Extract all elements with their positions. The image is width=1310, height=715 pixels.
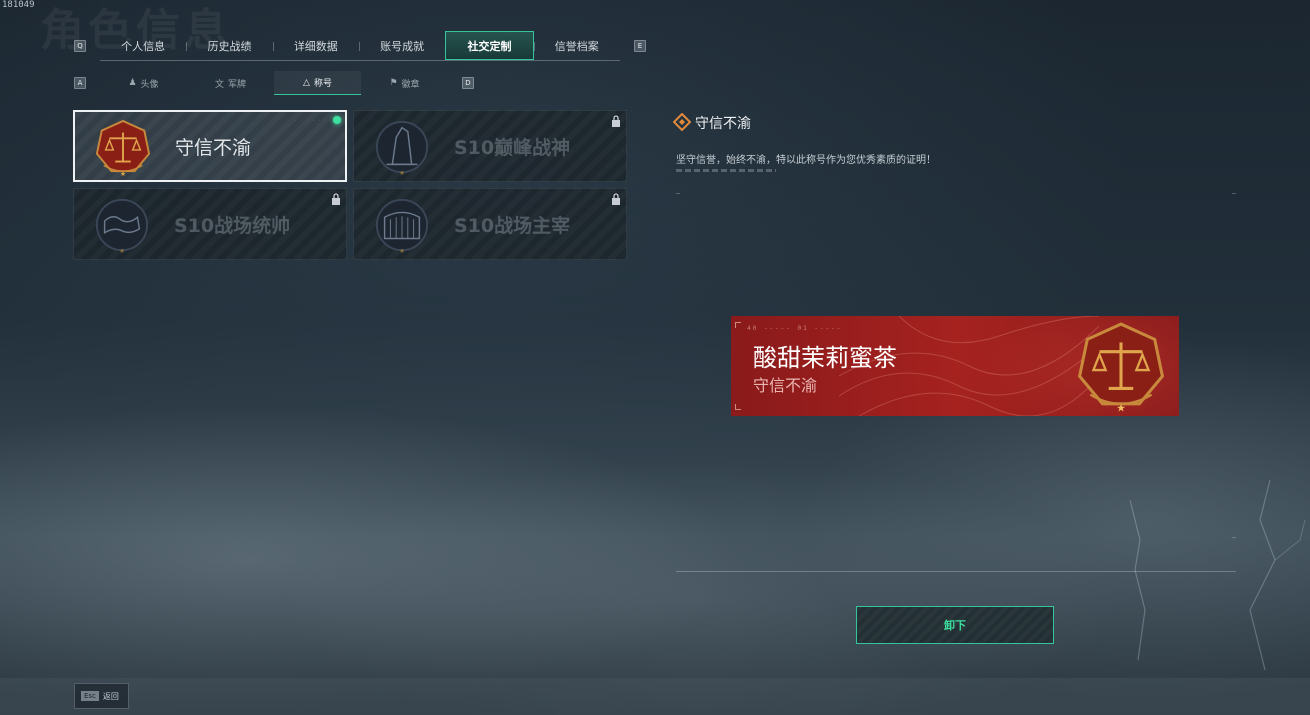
title-card-name: S10巅峰战神 bbox=[454, 136, 571, 159]
banner-corner bbox=[735, 404, 741, 410]
banner-corner bbox=[735, 322, 741, 328]
tab-history-record[interactable]: 历史战绩 bbox=[186, 31, 272, 60]
svg-text:★: ★ bbox=[399, 169, 405, 176]
banner-code: 40 ----- 01 ----- bbox=[747, 325, 843, 332]
subtab-title-label: 称号 bbox=[313, 79, 332, 89]
banner-title: 守信不渝 bbox=[753, 376, 818, 395]
svg-text:★: ★ bbox=[119, 247, 125, 254]
tab-personal-info[interactable]: 个人信息 bbox=[100, 31, 186, 60]
detail-title: 守信不渝 bbox=[695, 116, 751, 132]
statue-emblem-icon: ★ bbox=[375, 120, 429, 176]
top-tab-bar: 个人信息 历史战绩 详细数据 账号成就 社交定制 信誉档案 bbox=[100, 31, 620, 61]
title-card-s10-dominator[interactable]: ★ S10战场主宰 bbox=[353, 188, 627, 260]
title-icon: △ bbox=[303, 77, 310, 88]
card-decor-code: · · · · · · bbox=[293, 118, 327, 124]
title-card-name: S10战场主宰 bbox=[454, 214, 571, 237]
title-preview-banner: 40 ----- 01 ----- 酸甜茉莉蜜茶 守信不渝 ★ bbox=[731, 316, 1179, 416]
map-emblem-icon: ★ bbox=[95, 198, 149, 254]
person-icon: ♟ bbox=[128, 78, 137, 88]
unequip-button[interactable]: 卸下 bbox=[856, 606, 1054, 644]
prev-tab-key-hint: Q bbox=[74, 40, 86, 52]
title-card-keep-faith[interactable]: ★ · · · · · · 守信不渝 bbox=[73, 110, 347, 182]
tab-detailed-data[interactable]: 详细数据 bbox=[272, 31, 359, 60]
subtab-avatar-label: 头像 bbox=[140, 79, 159, 90]
subtab-dogtag-label: 军牌 bbox=[228, 79, 247, 90]
dogtag-icon: 文 bbox=[214, 79, 224, 90]
lock-icon bbox=[612, 193, 620, 205]
lightning-decoration bbox=[1129, 480, 1306, 671]
svg-text:★: ★ bbox=[1116, 401, 1126, 413]
title-card-name: 守信不渝 bbox=[175, 136, 252, 159]
frame-corner bbox=[676, 193, 680, 194]
title-card-name: S10战场统帅 bbox=[174, 214, 291, 237]
title-card-s10-peak-god[interactable]: ★ S10巅峰战神 bbox=[353, 110, 627, 182]
back-label: 返回 bbox=[102, 691, 119, 701]
badge-icon: ⚑ bbox=[389, 78, 398, 88]
build-id: 181049 bbox=[2, 0, 35, 10]
player-name: 酸甜茉莉蜜茶 bbox=[753, 344, 897, 372]
svg-text:★: ★ bbox=[399, 247, 405, 254]
detail-dash-decoration bbox=[676, 169, 776, 172]
frame-corner bbox=[1232, 537, 1236, 538]
equipped-indicator bbox=[333, 116, 341, 124]
back-button[interactable]: Esc 返回 bbox=[74, 683, 129, 709]
colosseum-emblem-icon: ★ bbox=[375, 198, 429, 254]
lock-icon bbox=[612, 115, 620, 127]
prev-subtab-key-hint: A bbox=[74, 77, 86, 89]
title-card-s10-commander[interactable]: ★ S10战场统帅 bbox=[73, 188, 347, 260]
subtab-avatar[interactable]: ♟ 头像 bbox=[100, 71, 187, 95]
next-tab-key-hint: E bbox=[634, 40, 646, 52]
scales-emblem-icon: ★ bbox=[1077, 322, 1165, 413]
tab-account-achievements[interactable]: 账号成就 bbox=[358, 31, 445, 60]
scales-emblem-icon: ★ bbox=[95, 119, 151, 177]
detail-description: 坚守信誉，始终不渝，特以此称号作为您优秀素质的证明！ bbox=[676, 155, 936, 166]
tab-social-customization[interactable]: 社交定制 bbox=[445, 31, 534, 60]
sub-tab-bar: ♟ 头像 文 军牌 △ 称号 ⚑ 徽章 bbox=[100, 71, 448, 95]
lock-icon bbox=[332, 193, 340, 205]
next-subtab-key-hint: D bbox=[462, 77, 474, 89]
subtab-badge[interactable]: ⚑ 徽章 bbox=[361, 71, 448, 95]
svg-text:★: ★ bbox=[120, 170, 126, 177]
title-diamond-icon bbox=[673, 113, 691, 131]
frame-corner bbox=[1232, 193, 1236, 194]
subtab-dogtag[interactable]: 文 军牌 bbox=[187, 71, 274, 95]
subtab-title[interactable]: △ 称号 bbox=[274, 71, 361, 95]
bottom-bar bbox=[0, 678, 1310, 715]
esc-key-hint: Esc bbox=[81, 691, 99, 701]
subtab-badge-label: 徽章 bbox=[401, 79, 420, 90]
detail-divider bbox=[676, 571, 1236, 572]
tab-reputation-file[interactable]: 信誉档案 bbox=[533, 31, 620, 60]
